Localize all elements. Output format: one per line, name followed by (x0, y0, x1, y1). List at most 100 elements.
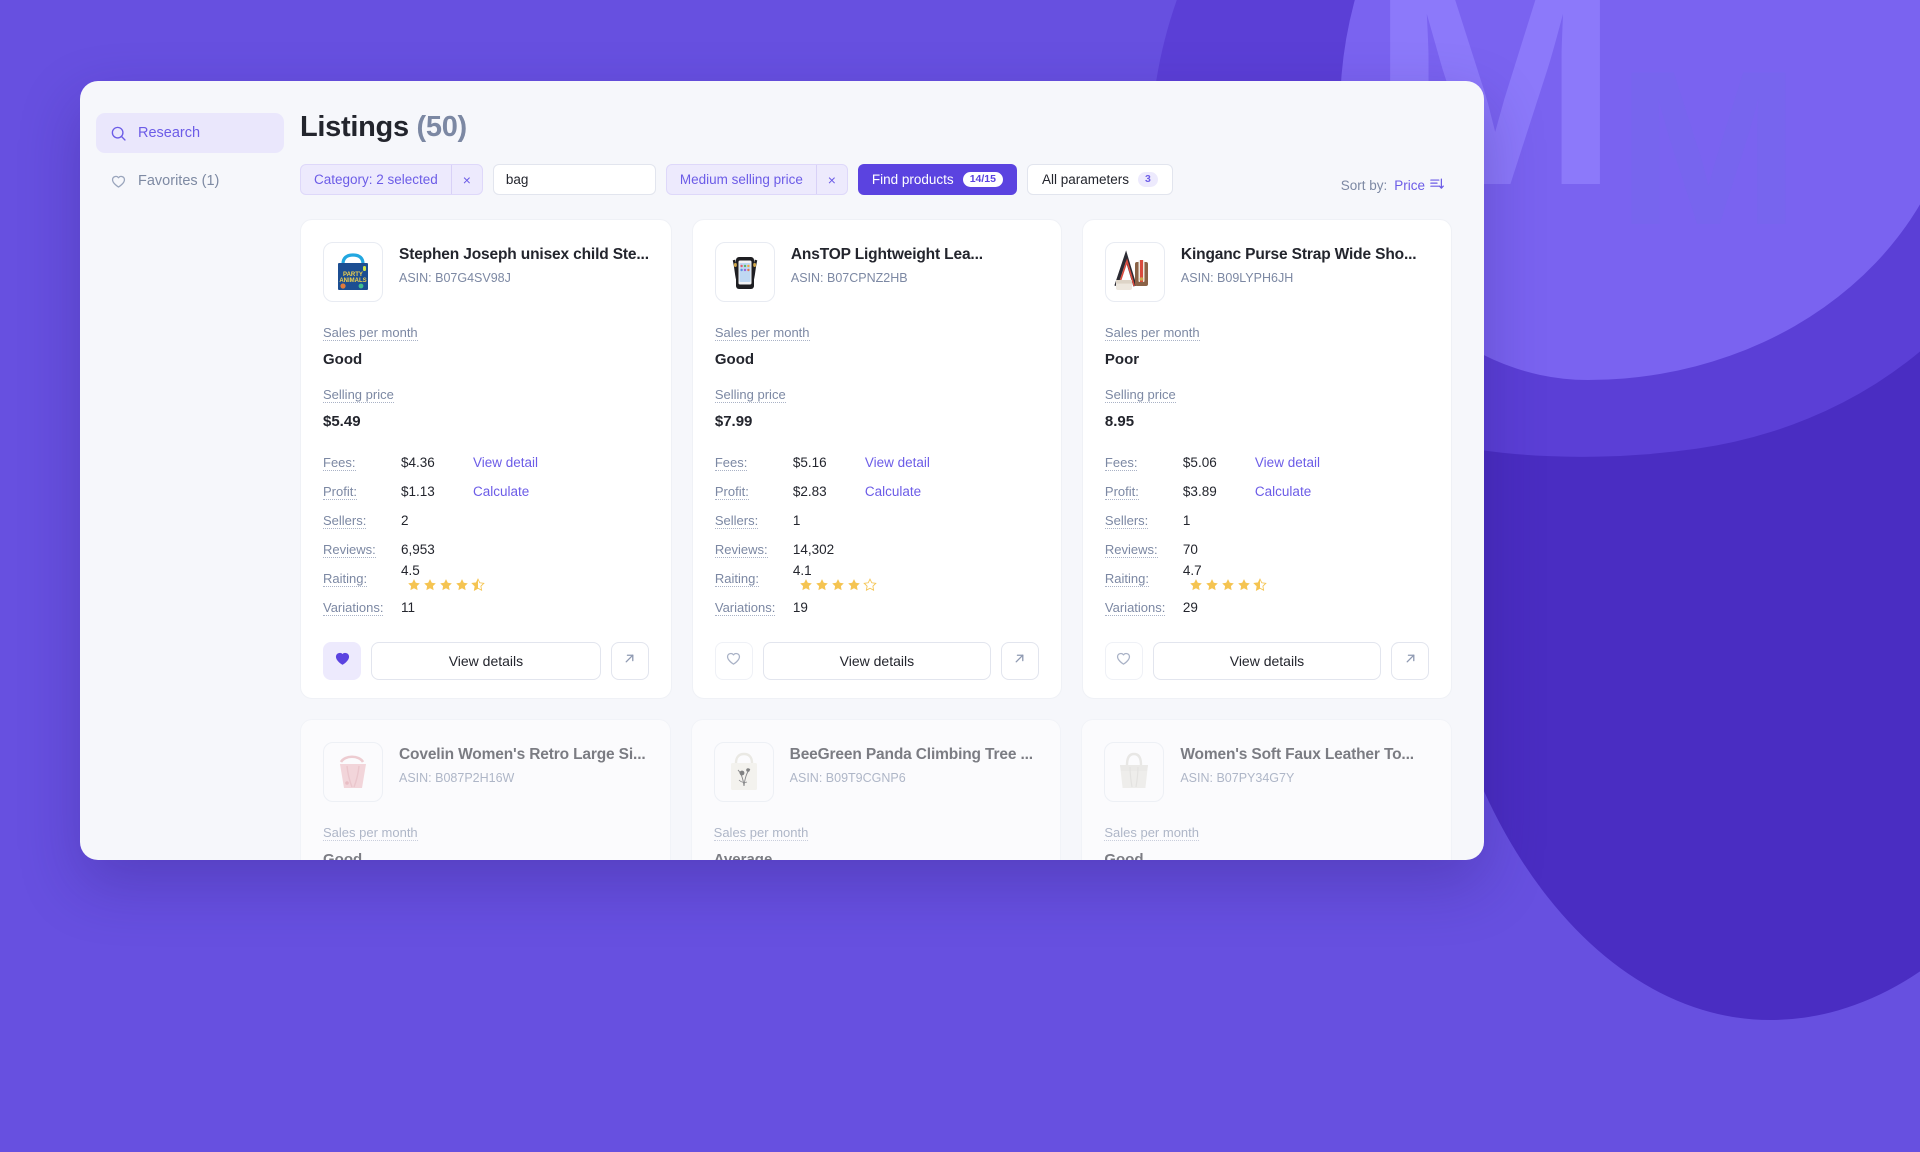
stat-value-profit: $1.13 (401, 484, 435, 499)
sort-by-value-button[interactable]: Price (1394, 177, 1444, 194)
sort-by-label: Sort by: (1340, 178, 1388, 193)
external-link-icon (622, 651, 637, 671)
favorite-button[interactable] (323, 642, 361, 680)
star-full-icon (440, 578, 452, 590)
star-empty-icon (863, 577, 877, 591)
close-icon[interactable]: × (815, 165, 847, 194)
selling-price-label: Selling price (714, 387, 786, 403)
rating-stars (407, 577, 485, 592)
listing-card-header: BeeGreen Panda Climbing Tree ... ASIN: B… (713, 742, 1039, 802)
calculate-link[interactable]: Calculate (865, 484, 921, 499)
all-parameters-badge: 3 (1138, 172, 1158, 187)
stat-label-profit: Profit: (323, 484, 357, 500)
sales-per-month-label: Sales per month (323, 825, 418, 841)
listing-title[interactable]: Stephen Joseph unisex child Ste... (399, 246, 649, 264)
stat-label-reviews: Reviews: (714, 542, 768, 558)
stat-label-rating: Raiting: (1104, 571, 1149, 587)
stat-row-fees: Fees: $5.06 View detail (1104, 448, 1429, 477)
search-icon (110, 125, 127, 142)
listing-card[interactable]: AnsTOP Lightweight Lea... ASIN: B07CPNZ2… (691, 219, 1062, 699)
all-parameters-button[interactable]: All parameters 3 (1026, 164, 1173, 195)
find-products-badge: 14/15 (962, 172, 1003, 187)
calculate-link[interactable]: Calculate (1255, 484, 1311, 499)
star-full-icon (408, 578, 420, 590)
deco-blob-dark (1420, 120, 1920, 1020)
star-full-icon (800, 578, 812, 590)
listing-card[interactable]: PARTY ANIMALS Stephen Joseph unisex chil… (300, 219, 672, 699)
sidebar-item-favorites[interactable]: Favorites (1) (96, 161, 284, 201)
star-full-icon (1222, 578, 1234, 590)
listing-card-header: Covelin Women's Retro Large Si... ASIN: … (323, 742, 648, 802)
external-link-icon (1012, 651, 1027, 671)
sidebar-item-research[interactable]: Research (96, 113, 284, 153)
listing-card-header: AnsTOP Lightweight Lea... ASIN: B07CPNZ2… (714, 242, 1039, 302)
filter-chip-selling-price[interactable]: Medium selling price × (665, 164, 848, 195)
heart-icon (110, 173, 127, 190)
favorite-button[interactable] (1104, 642, 1143, 680)
listing-card[interactable]: Women's Soft Faux Leather To... ASIN: B0… (1081, 719, 1452, 860)
listing-title[interactable]: Kinganc Purse Strap Wide Sho... (1181, 246, 1417, 264)
stat-value-rating: 4.7 (1183, 563, 1267, 595)
sales-per-month-value: Poor (1104, 351, 1140, 368)
canvas-tote-panda-icon (713, 742, 774, 802)
calculate-link[interactable]: Calculate (473, 484, 529, 499)
listing-title[interactable]: Covelin Women's Retro Large Si... (399, 746, 646, 764)
listing-title[interactable]: AnsTOP Lightweight Lea... (791, 246, 983, 264)
pink-hobo-bag-icon (323, 742, 383, 802)
view-detail-link[interactable]: View detail (473, 455, 538, 470)
listing-title[interactable]: Women's Soft Faux Leather To... (1180, 746, 1414, 764)
listing-card[interactable]: Covelin Women's Retro Large Si... ASIN: … (300, 719, 671, 860)
stat-value-fees: $4.36 (401, 455, 435, 470)
sales-per-month-value: Average (713, 851, 773, 860)
search-input[interactable] (492, 164, 656, 195)
stat-row-reviews: Reviews: 14,302 (714, 535, 1039, 564)
listing-card[interactable]: Kinganc Purse Strap Wide Sho... ASIN: B0… (1081, 219, 1452, 699)
sales-per-month-label: Sales per month (713, 825, 809, 841)
view-details-button[interactable]: View details (371, 642, 601, 680)
open-external-button[interactable] (1391, 642, 1429, 680)
filter-bar: Category: 2 selected × Medium selling pr… (300, 164, 1452, 195)
listings-grid-row2: Covelin Women's Retro Large Si... ASIN: … (300, 719, 1452, 860)
app-window: Research Favorites (1) Listings (50) Cat… (80, 81, 1484, 860)
listings-grid: PARTY ANIMALS Stephen Joseph unisex chil… (300, 219, 1452, 699)
sidebar-item-label: Favorites (1) (138, 173, 220, 189)
filter-chip-selling-price-label: Medium selling price (679, 172, 803, 187)
listing-card-header: Kinganc Purse Strap Wide Sho... ASIN: B0… (1104, 242, 1429, 302)
stat-row-variations: Variations: 11 (323, 593, 649, 622)
listing-card-footer: View details (323, 642, 649, 680)
stat-label-sellers: Sellers: (714, 513, 759, 529)
heart-icon (334, 650, 351, 672)
sidebar: Research Favorites (1) (80, 81, 300, 860)
stat-label-variations: Variations: (714, 600, 776, 616)
star-full-icon (1206, 578, 1218, 590)
selling-price-value: 8.95 (1104, 413, 1135, 430)
sort-by-value: Price (1394, 178, 1425, 193)
view-detail-link[interactable]: View detail (1255, 455, 1320, 470)
favorite-button[interactable] (714, 642, 753, 680)
selling-price-value: $5.49 (323, 413, 361, 430)
stat-row-rating: Raiting: 4.5 (323, 563, 649, 593)
stat-row-reviews: Reviews: 6,953 (323, 535, 649, 564)
listings-scroll-area[interactable]: PARTY ANIMALS Stephen Joseph unisex chil… (300, 219, 1452, 860)
filter-chip-category-label: Category: 2 selected (314, 172, 438, 187)
view-details-button[interactable]: View details (1152, 642, 1381, 680)
selling-price-label: Selling price (323, 387, 394, 403)
tote-bag-party-animals-icon: PARTY ANIMALS (323, 242, 383, 302)
listing-card[interactable]: BeeGreen Panda Climbing Tree ... ASIN: B… (690, 719, 1062, 860)
open-external-button[interactable] (1000, 642, 1039, 680)
listing-title[interactable]: BeeGreen Panda Climbing Tree ... (790, 746, 1033, 764)
stat-label-reviews: Reviews: (1104, 542, 1158, 558)
stat-row-sellers: Sellers: 2 (323, 506, 649, 535)
view-detail-link[interactable]: View detail (865, 455, 930, 470)
star-full-icon (456, 578, 468, 590)
view-details-button[interactable]: View details (762, 642, 991, 680)
stat-value-reviews: 14,302 (792, 542, 835, 557)
stat-value-rating: 4.1 (793, 563, 877, 595)
open-external-button[interactable] (610, 642, 649, 680)
stat-row-sellers: Sellers: 1 (1104, 506, 1429, 535)
stat-row-profit: Profit: $3.89 Calculate (1104, 477, 1429, 506)
filter-chip-category[interactable]: Category: 2 selected × (300, 164, 483, 195)
close-icon[interactable]: × (450, 165, 482, 194)
listings-count: (50) (416, 111, 468, 143)
find-products-button[interactable]: Find products 14/15 (857, 164, 1017, 195)
